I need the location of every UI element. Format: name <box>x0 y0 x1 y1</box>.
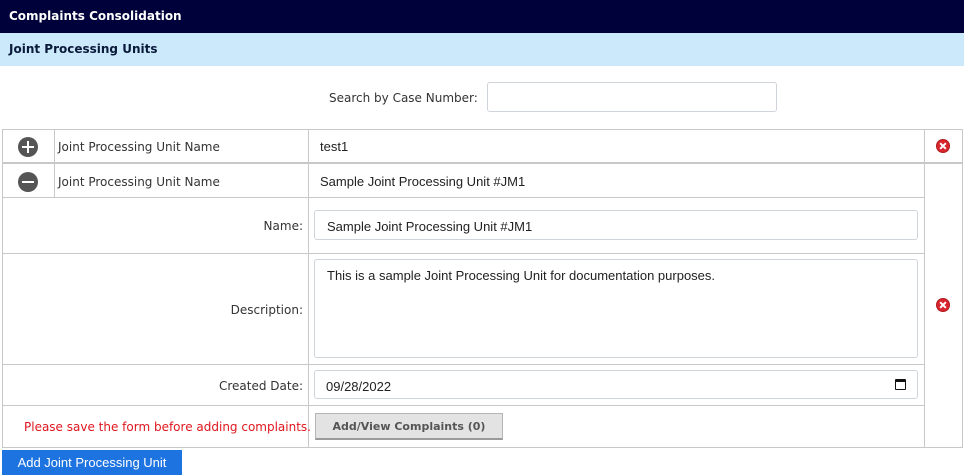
row-divider <box>2 405 924 406</box>
created-date-input[interactable]: 09/28/2022 <box>314 370 918 399</box>
name-label: Name: <box>263 219 303 233</box>
add-view-complaints-button[interactable]: Add/View Complaints (0) <box>315 413 503 440</box>
name-input-value: Sample Joint Processing Unit #JM1 <box>327 219 533 234</box>
calendar-icon[interactable] <box>895 379 906 390</box>
delete-row-icon[interactable] <box>936 139 950 153</box>
description-label: Description: <box>230 303 303 317</box>
search-label: Search by Case Number: <box>329 91 478 105</box>
save-warning: Please save the form before adding compl… <box>24 420 311 434</box>
delete-row-icon[interactable] <box>936 298 950 312</box>
description-value: This is a sample Joint Processing Unit f… <box>327 268 716 283</box>
column-divider <box>54 130 55 197</box>
section-header: Joint Processing Units <box>0 33 964 66</box>
row-divider <box>2 197 924 198</box>
row-divider <box>2 253 924 254</box>
row-label: Joint Processing Unit Name <box>58 140 220 154</box>
expand-icon[interactable] <box>18 137 38 157</box>
name-input[interactable]: Sample Joint Processing Unit #JM1 <box>314 210 918 240</box>
app-header: Complaints Consolidation <box>0 0 964 33</box>
case-number-search-input[interactable] <box>487 82 777 112</box>
row-divider <box>2 364 924 365</box>
column-divider <box>308 197 309 447</box>
add-jpu-button[interactable]: Add Joint Processing Unit <box>2 450 182 475</box>
collapse-icon[interactable] <box>18 172 38 192</box>
section-title: Joint Processing Units <box>9 42 158 56</box>
row-value: test1 <box>320 139 349 154</box>
row-value: Sample Joint Processing Unit #JM1 <box>320 174 526 189</box>
app-title: Complaints Consolidation <box>9 9 182 23</box>
description-textarea[interactable]: This is a sample Joint Processing Unit f… <box>314 259 918 358</box>
created-date-value: 09/28/2022 <box>326 379 392 394</box>
column-divider <box>308 130 309 197</box>
column-divider <box>924 130 925 448</box>
created-date-label: Created Date: <box>218 379 303 393</box>
row-divider <box>924 162 963 164</box>
row-label: Joint Processing Unit Name <box>58 175 220 189</box>
row-divider <box>2 162 924 164</box>
